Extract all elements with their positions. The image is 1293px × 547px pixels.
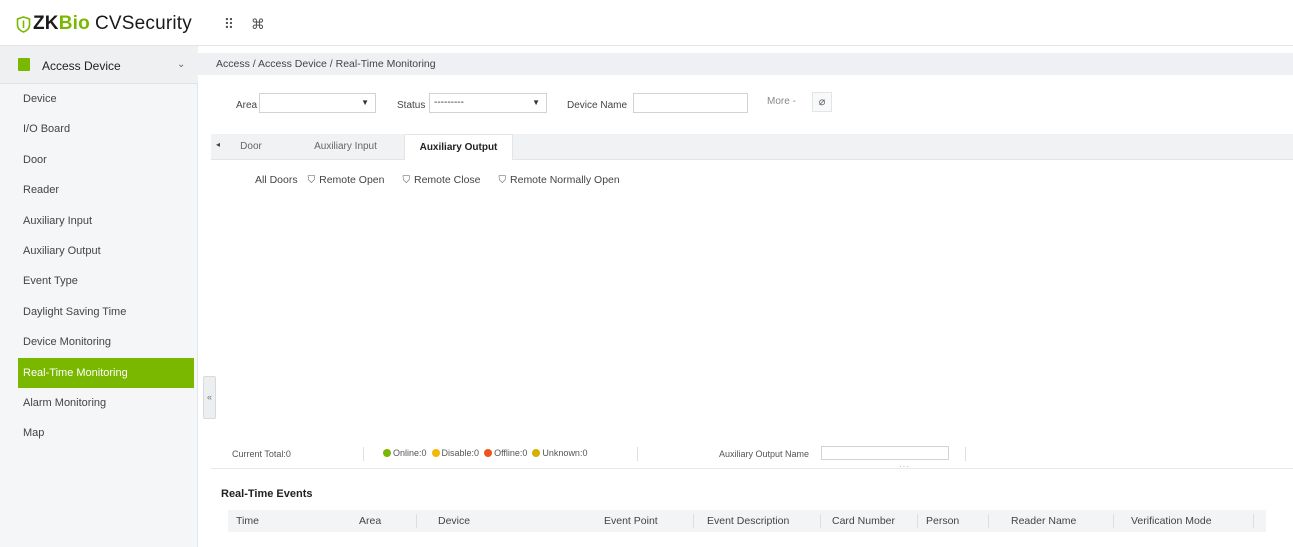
disable-dot-icon [431,449,440,457]
column-divider [917,514,918,528]
device-name-label: Device Name [567,99,628,111]
divider [637,447,638,461]
column-divider [988,514,989,528]
command-icon[interactable]: ⌘ [250,16,266,32]
status-select[interactable]: --------- ▼ [429,93,547,113]
events-table-header: Time Area Device Event Point Event Descr… [228,510,1266,532]
column-verification-mode[interactable]: Verification Mode [1131,515,1212,527]
sidebar-item-device-monitoring[interactable]: Device Monitoring [18,327,194,357]
module-icon [18,58,30,71]
sidebar-item-auxiliary-output[interactable]: Auxiliary Output [18,236,194,266]
breadcrumb: Access / Access Device / Real-Time Monit… [198,53,1293,75]
column-device[interactable]: Device [438,515,470,527]
events-title: Real-Time Events [221,488,313,500]
offline-count: Offline:0 [494,448,528,458]
area-select[interactable]: ▼ [259,93,376,113]
remote-close-icon: ⛉ [402,174,410,186]
chevron-down-icon[interactable]: ⌄ [177,59,185,70]
sidebar-item-map[interactable]: Map [18,418,194,448]
divider [363,447,364,461]
remote-normally-open-label: Remote Normally Open [510,174,620,186]
sidebar-menu: Device I/O Board Door Reader Auxiliary I… [18,84,194,449]
tab-scroll-left-icon[interactable]: ◂ [216,140,220,149]
aux-output-name-input[interactable] [821,446,949,460]
action-toolbar: All Doors ⛉ Remote Open ⛉ Remote Close ⛉… [255,173,638,187]
caret-down-icon: ▼ [361,98,369,107]
brand-product: CVSecurity [94,13,192,34]
remote-open-icon: ⛉ [307,174,316,186]
remote-open-button[interactable]: ⛉ Remote Open [308,174,385,186]
aux-output-name-label: Auxiliary Output Name [719,449,810,459]
remote-normally-open-icon: ⛉ [498,174,507,186]
column-event-description[interactable]: Event Description [707,515,789,527]
tab-auxiliary-output[interactable]: Auxiliary Output [404,134,513,160]
column-divider [693,514,694,528]
brand-bio: Bio [58,13,90,34]
status-legend: Online:0 Disable:0 Offline:0 Unknown:0 [383,448,592,458]
monitor-tabs: ◂ Door Auxiliary Input Auxiliary Output [211,134,1293,160]
sidebar-item-real-time-monitoring[interactable]: Real-Time Monitoring [18,357,194,388]
column-card-number[interactable]: Card Number [832,515,895,527]
status-bar: Current Total:0 Online:0 Disable:0 Offli… [211,445,1293,471]
current-total: Current Total:0 [232,449,291,459]
sidebar-item-io-board[interactable]: I/O Board [18,114,194,144]
remote-close-button[interactable]: ⛉ Remote Close [402,174,480,186]
sidebar-item-auxiliary-input[interactable]: Auxiliary Input [18,206,194,236]
remote-open-label: Remote Open [319,174,385,186]
clear-filter-icon[interactable]: ⌀ [812,92,832,112]
sidebar-item-reader[interactable]: Reader [18,175,194,205]
module-selector[interactable]: Access Device ⌄ [0,46,198,84]
brand-zk: ZK [33,13,59,34]
column-reader-name[interactable]: Reader Name [1011,515,1076,527]
grid-icon[interactable]: ⠿ [221,16,237,32]
status-label: Status [397,99,426,111]
status-select-value: --------- [434,97,464,108]
tab-door[interactable]: Door [226,134,276,160]
column-divider [1113,514,1114,528]
disable-count: Disable:0 [441,448,480,458]
tab-auxiliary-input[interactable]: Auxiliary Input [298,134,393,160]
all-doors-button[interactable]: All Doors [255,174,298,186]
sidebar-item-alarm-monitoring[interactable]: Alarm Monitoring [18,388,194,418]
online-dot-icon [383,449,391,457]
remote-normally-open-button[interactable]: ⛉ Remote Normally Open [499,174,620,186]
column-divider [416,514,417,528]
resize-handle[interactable]: ··· [899,462,910,471]
column-event-point[interactable]: Event Point [604,515,658,527]
top-header: ZK Bio CVSecurity ⠿ ⌘ [0,0,1293,46]
unknown-count: Unknown:0 [542,448,588,458]
divider [965,447,966,461]
sidebar-item-device[interactable]: Device [18,84,194,114]
column-divider [820,514,821,528]
sidebar-collapse-toggle[interactable]: « [203,376,216,419]
offline-dot-icon [484,449,493,457]
device-name-input[interactable] [633,93,748,113]
remote-close-label: Remote Close [413,174,481,186]
all-doors-label: All Doors [255,174,298,186]
more-filters-toggle[interactable]: More - [767,96,796,107]
module-label: Access Device [42,59,121,73]
unknown-dot-icon [532,449,541,457]
column-person[interactable]: Person [926,515,959,527]
area-label: Area [236,99,258,111]
column-area[interactable]: Area [359,515,381,527]
column-divider [1253,514,1254,528]
sidebar-item-event-type[interactable]: Event Type [18,266,194,296]
panel-divider [211,468,1293,469]
sidebar-item-door[interactable]: Door [18,145,194,175]
column-time[interactable]: Time [236,515,259,527]
sidebar-item-daylight-saving-time[interactable]: Daylight Saving Time [18,297,194,327]
shield-logo-icon [16,15,31,33]
sidebar: Access Device ⌄ Device I/O Board Door Re… [0,46,198,547]
online-count: Online:0 [393,448,427,458]
brand-logo[interactable]: ZK Bio CVSecurity [16,13,192,35]
caret-down-icon: ▼ [532,98,540,107]
